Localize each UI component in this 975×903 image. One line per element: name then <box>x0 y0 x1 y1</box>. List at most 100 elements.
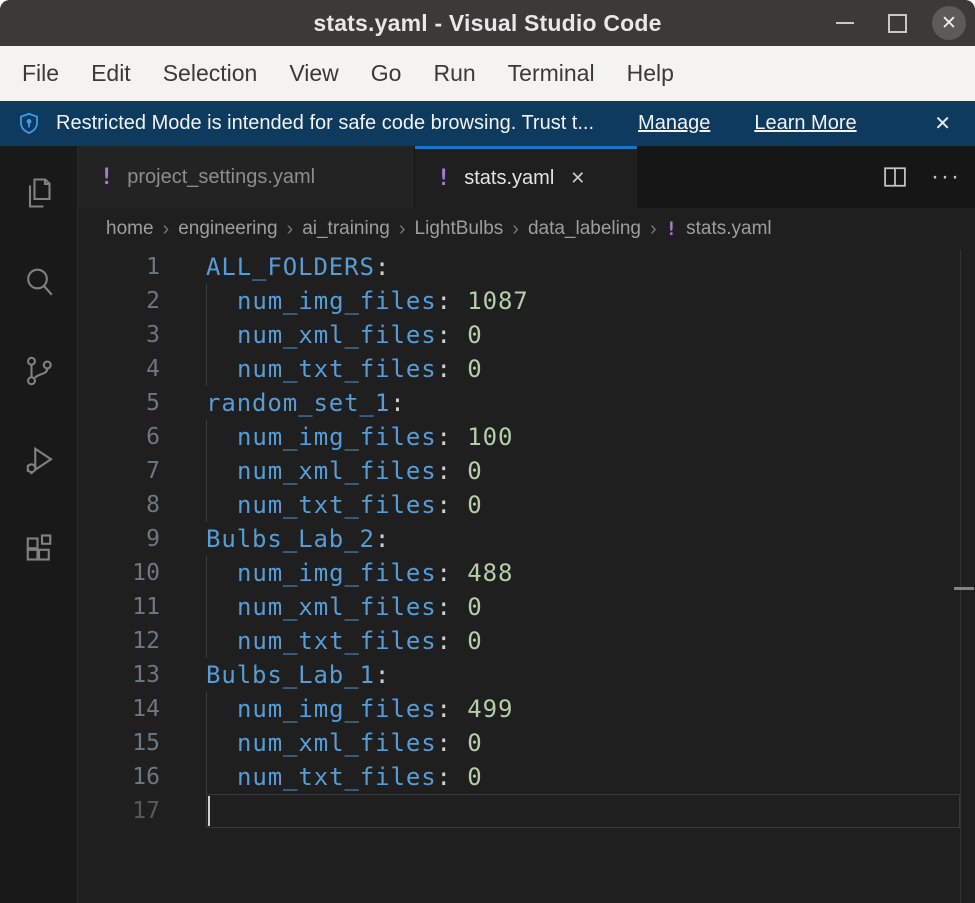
code-line-13[interactable]: 13Bulbs_Lab_1: <box>78 658 975 692</box>
token-punc: : <box>437 593 468 621</box>
tab-stats-yaml[interactable]: ! stats.yaml ✕ <box>415 146 637 208</box>
breadcrumb-item-file[interactable]: ! stats.yaml <box>666 218 772 240</box>
menu-bar: FileEditSelectionViewGoRunTerminalHelp <box>0 46 975 101</box>
line-number: 9 <box>78 522 160 556</box>
banner-close-button[interactable]: ✕ <box>926 107 959 140</box>
tab-bar: ! project_settings.yaml ! stats.yaml ✕ ·… <box>78 146 975 208</box>
line-content: num_xml_files: 0 <box>206 726 960 760</box>
menu-item-help[interactable]: Help <box>611 46 690 101</box>
sidebar-item-search[interactable] <box>0 237 78 326</box>
token-num: 0 <box>467 593 482 621</box>
line-content: num_txt_files: 0 <box>206 488 960 522</box>
token-key: num_txt_files <box>237 491 437 519</box>
window-title: stats.yaml - Visual Studio Code <box>313 10 661 37</box>
tab-close-button[interactable]: ✕ <box>570 168 585 189</box>
line-number: 8 <box>78 488 160 522</box>
code-line-15[interactable]: 15num_xml_files: 0 <box>78 726 975 760</box>
split-editor-icon[interactable] <box>881 163 909 191</box>
code-line-11[interactable]: 11num_xml_files: 0 <box>78 590 975 624</box>
sidebar-item-extensions[interactable] <box>0 504 78 593</box>
maximize-button[interactable] <box>871 0 923 46</box>
code-line-14[interactable]: 14 num_img_files: 499 <box>78 692 975 726</box>
line-content: num_txt_files: 0 <box>206 352 960 386</box>
code-line-2[interactable]: 2num_img_files: 1087 <box>78 284 975 318</box>
yaml-file-icon: ! <box>666 218 677 240</box>
breadcrumb-item-home[interactable]: home <box>106 218 154 240</box>
code-line-17[interactable]: 17 <box>78 794 975 828</box>
main-area: ! project_settings.yaml ! stats.yaml ✕ ·… <box>0 146 975 903</box>
overview-ruler-marker <box>954 587 974 590</box>
menu-item-go[interactable]: Go <box>355 46 418 101</box>
code-line-12[interactable]: 12num_txt_files: 0 <box>78 624 975 658</box>
token-key: num_xml_files <box>237 457 437 485</box>
files-icon <box>21 175 57 211</box>
vscode-window: stats.yaml - Visual Studio Code ✕ FileEd… <box>0 0 975 903</box>
menu-item-edit[interactable]: Edit <box>75 46 147 101</box>
code-line-4[interactable]: 4 num_txt_files: 0 <box>78 352 975 386</box>
breadcrumb-item-LightBulbs[interactable]: LightBulbs <box>415 218 504 240</box>
minimize-button[interactable] <box>819 0 871 46</box>
menu-item-view[interactable]: View <box>273 46 354 101</box>
line-content: Bulbs_Lab_1: <box>206 658 960 692</box>
code-line-3[interactable]: 3num_xml_files: 0 <box>78 318 975 352</box>
tab-project-settings-yaml[interactable]: ! project_settings.yaml <box>78 146 415 208</box>
code-line-7[interactable]: 7num_xml_files: 0 <box>78 454 975 488</box>
line-content: num_img_files: 499 <box>206 692 960 726</box>
token-num: 0 <box>467 627 482 655</box>
current-line <box>206 794 960 828</box>
close-window-button[interactable]: ✕ <box>923 0 975 46</box>
line-content: num_txt_files: 0 <box>206 624 960 658</box>
line-content: num_img_files: 1087 <box>206 284 960 318</box>
token-key: random_set_1 <box>206 389 390 417</box>
code-editor[interactable]: 1ALL_FOLDERS:2num_img_files: 10873num_xm… <box>78 250 975 903</box>
shield-icon <box>16 111 42 137</box>
code-line-8[interactable]: 8 num_txt_files: 0 <box>78 488 975 522</box>
token-key: num_txt_files <box>237 627 437 655</box>
yaml-file-icon: ! <box>100 165 113 190</box>
token-num: 488 <box>467 559 513 587</box>
breadcrumb-file-label: stats.yaml <box>686 218 772 240</box>
token-num: 1087 <box>467 287 528 315</box>
sidebar-item-source-control[interactable] <box>0 326 78 415</box>
menu-item-file[interactable]: File <box>6 46 75 101</box>
code-line-9[interactable]: 9Bulbs_Lab_2: <box>78 522 975 556</box>
line-number: 4 <box>78 352 160 386</box>
token-key: Bulbs_Lab_1 <box>206 661 375 689</box>
window-controls: ✕ <box>819 0 975 46</box>
sidebar-item-explorer[interactable] <box>0 148 78 237</box>
menu-item-terminal[interactable]: Terminal <box>492 46 611 101</box>
editor-group: ! project_settings.yaml ! stats.yaml ✕ ·… <box>78 146 975 903</box>
token-punc: : <box>437 559 468 587</box>
token-punc: : <box>437 729 468 757</box>
manage-link[interactable]: Manage <box>638 112 710 135</box>
token-key: Bulbs_Lab_2 <box>206 525 375 553</box>
tab-label: stats.yaml <box>464 167 554 190</box>
code-line-6[interactable]: 6num_img_files: 100 <box>78 420 975 454</box>
code-line-1[interactable]: 1ALL_FOLDERS: <box>78 250 975 284</box>
line-number: 10 <box>78 556 160 590</box>
token-punc: : <box>437 491 468 519</box>
restricted-mode-banner: Restricted Mode is intended for safe cod… <box>0 101 975 146</box>
maximize-icon <box>888 14 907 33</box>
more-actions-icon[interactable]: ··· <box>931 165 961 189</box>
line-content: ALL_FOLDERS: <box>206 250 960 284</box>
code-line-5[interactable]: 5random_set_1: <box>78 386 975 420</box>
token-num: 0 <box>467 321 482 349</box>
learn-more-link[interactable]: Learn More <box>754 112 856 135</box>
line-content: num_xml_files: 0 <box>206 454 960 488</box>
line-number: 14 <box>78 692 160 726</box>
token-punc: : <box>437 355 468 383</box>
line-content: num_xml_files: 0 <box>206 590 960 624</box>
menu-item-run[interactable]: Run <box>417 46 491 101</box>
token-num: 0 <box>467 457 482 485</box>
token-punc: : <box>375 253 390 281</box>
breadcrumb-item-ai_training[interactable]: ai_training <box>302 218 390 240</box>
code-line-10[interactable]: 10num_img_files: 488 <box>78 556 975 590</box>
breadcrumb-item-data_labeling[interactable]: data_labeling <box>528 218 641 240</box>
breadcrumb-item-engineering[interactable]: engineering <box>178 218 277 240</box>
line-content: num_txt_files: 0 <box>206 760 960 794</box>
menu-item-selection[interactable]: Selection <box>147 46 274 101</box>
code-line-16[interactable]: 16num_txt_files: 0 <box>78 760 975 794</box>
line-number: 6 <box>78 420 160 454</box>
sidebar-item-run-debug[interactable] <box>0 415 78 504</box>
